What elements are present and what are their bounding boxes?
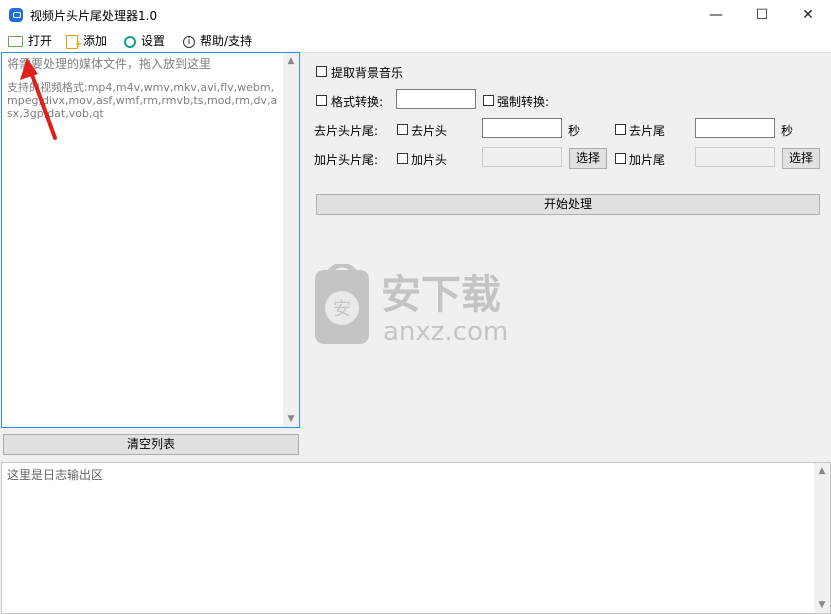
remove-head-label: 去片头 bbox=[411, 124, 448, 138]
remove-tail-checkbox[interactable] bbox=[615, 124, 626, 135]
file-drop-list[interactable]: 将需要处理的媒体文件，拖入放到这里 支持的视频格式:mp4,m4v,wmv,mk… bbox=[1, 52, 300, 428]
watermark-logo: 安 安下载 anxz.com bbox=[315, 264, 508, 346]
app-icon bbox=[9, 8, 23, 22]
menu-settings[interactable]: 设置 bbox=[124, 33, 165, 49]
log-scroll-up-icon[interactable]: ▲ bbox=[814, 463, 830, 479]
title-bar: 视频片头片尾处理器1.0 — ☐ ✕ bbox=[0, 0, 831, 30]
supported-formats: 支持的视频格式:mp4,m4v,wmv,mkv,avi,flv,webm,mpe… bbox=[7, 81, 278, 120]
scroll-up-icon[interactable]: ▲ bbox=[283, 53, 299, 69]
log-scroll-down-icon[interactable]: ▼ bbox=[814, 597, 830, 613]
add-head-label: 加片头 bbox=[411, 153, 448, 167]
file-list-scrollbar[interactable]: ▲ ▼ bbox=[283, 53, 299, 427]
maximize-button[interactable]: ☐ bbox=[739, 0, 785, 30]
format-convert-checkbox[interactable] bbox=[316, 95, 327, 106]
remove-head-tail-label: 去片头片尾: bbox=[314, 124, 379, 138]
remove-tail-seconds-input[interactable] bbox=[695, 118, 775, 138]
menu-bar: 打开 添加 设置 i 帮助/支持 bbox=[0, 30, 831, 53]
log-placeholder: 这里是日志输出区 bbox=[7, 468, 104, 482]
add-head-checkbox[interactable] bbox=[397, 153, 408, 164]
menu-open-label: 打开 bbox=[28, 34, 53, 48]
minimize-button[interactable]: — bbox=[693, 0, 739, 30]
force-convert-label: 强制转换: bbox=[497, 95, 550, 109]
add-tail-label: 加片尾 bbox=[629, 153, 666, 167]
add-head-path-input bbox=[482, 147, 562, 167]
force-convert-checkbox[interactable] bbox=[483, 95, 494, 106]
drop-hint: 将需要处理的媒体文件，拖入放到这里 bbox=[7, 57, 212, 71]
menu-help-label: 帮助/支持 bbox=[200, 34, 253, 48]
menu-settings-label: 设置 bbox=[141, 34, 166, 48]
folder-open-icon bbox=[8, 36, 23, 47]
remove-tail-seconds-unit: 秒 bbox=[781, 124, 794, 138]
format-convert-label: 格式转换: bbox=[331, 95, 384, 109]
remove-head-seconds-unit: 秒 bbox=[568, 124, 581, 138]
close-button[interactable]: ✕ bbox=[785, 0, 831, 30]
gear-icon bbox=[124, 35, 136, 48]
remove-head-checkbox[interactable] bbox=[397, 124, 408, 135]
menu-open[interactable]: 打开 bbox=[8, 33, 52, 49]
add-tail-path-input bbox=[695, 147, 775, 167]
menu-add[interactable]: 添加 bbox=[66, 33, 108, 53]
watermark-text: 安下载 bbox=[381, 272, 501, 318]
window-title: 视频片头片尾处理器1.0 bbox=[30, 9, 158, 23]
extract-bg-music-checkbox[interactable] bbox=[316, 66, 327, 77]
add-head-select-button[interactable]: 选择 bbox=[569, 148, 607, 169]
add-tail-select-button[interactable]: 选择 bbox=[782, 148, 820, 169]
watermark-badge: 安 bbox=[333, 299, 351, 320]
remove-head-seconds-input[interactable] bbox=[482, 118, 562, 138]
watermark-domain: anxz.com bbox=[383, 317, 508, 346]
remove-tail-label: 去片尾 bbox=[629, 124, 666, 138]
menu-help[interactable]: i 帮助/支持 bbox=[183, 33, 252, 49]
add-tail-checkbox[interactable] bbox=[615, 153, 626, 164]
extract-bg-music-label: 提取背景音乐 bbox=[331, 66, 404, 80]
menu-add-label: 添加 bbox=[83, 34, 108, 48]
log-scrollbar[interactable]: ▲ ▼ bbox=[814, 463, 830, 613]
format-convert-input[interactable] bbox=[396, 89, 476, 109]
start-processing-button[interactable]: 开始处理 bbox=[316, 194, 820, 215]
add-head-tail-label: 加片头片尾: bbox=[314, 153, 379, 167]
info-icon: i bbox=[183, 35, 195, 48]
clear-list-button[interactable]: 清空列表 bbox=[3, 434, 299, 455]
scroll-down-icon[interactable]: ▼ bbox=[283, 411, 299, 427]
add-file-icon bbox=[66, 34, 83, 53]
log-output[interactable]: 这里是日志输出区 ▲ ▼ bbox=[1, 462, 831, 614]
